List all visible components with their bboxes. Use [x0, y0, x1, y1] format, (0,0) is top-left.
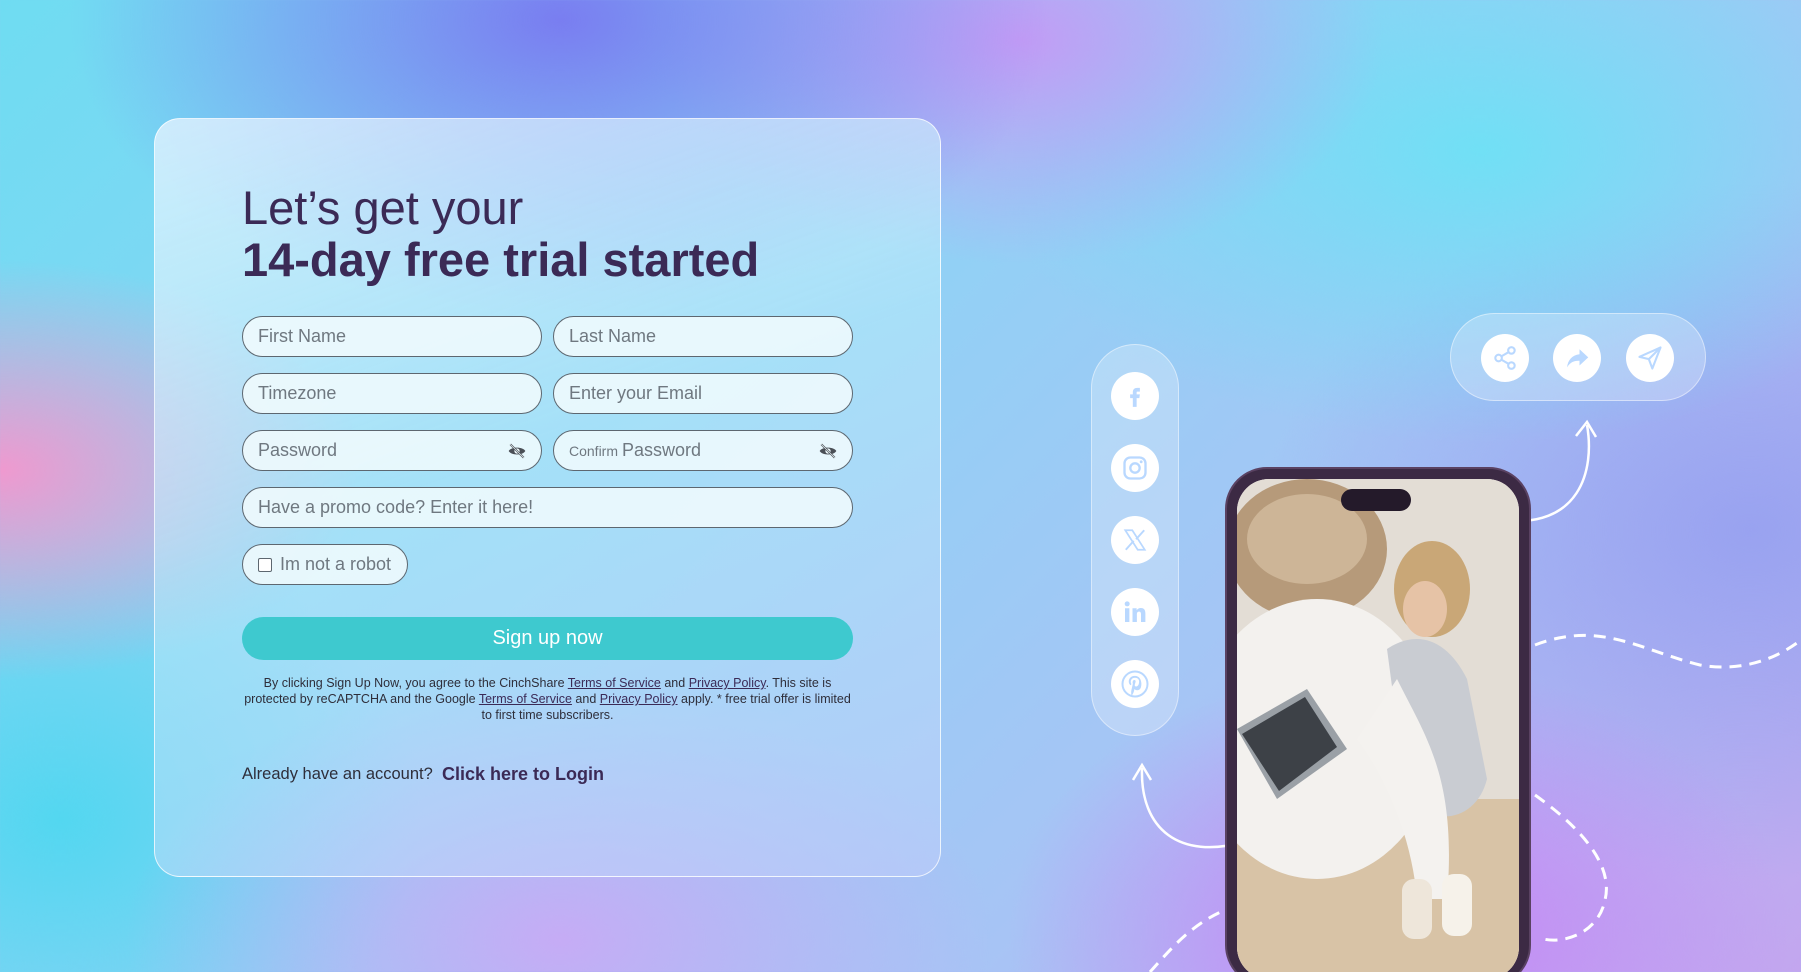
timezone-placeholder: Timezone — [258, 383, 337, 403]
google-terms-link[interactable]: Terms of Service — [479, 692, 572, 706]
timezone-input[interactable]: Timezone — [242, 373, 542, 414]
robot-label: Im not a robot — [280, 554, 392, 574]
x-twitter-icon[interactable] — [1111, 516, 1159, 564]
linkedin-icon[interactable] — [1111, 588, 1159, 636]
share-icon[interactable] — [1481, 334, 1529, 382]
eye-off-icon[interactable] — [507, 441, 527, 461]
email-placeholder: Enter your Email — [569, 383, 703, 403]
confirm-password-placeholder: Password — [622, 440, 702, 460]
phone-notch — [1341, 489, 1411, 511]
not-robot-checkbox[interactable]: Im not a robot — [242, 544, 408, 585]
forward-icon[interactable] — [1553, 334, 1601, 382]
first-name-placeholder: First Name — [258, 326, 347, 346]
promo-placeholder: Have a promo code? Enter it here! — [258, 497, 534, 517]
confirm-prefix: Confirm — [569, 443, 619, 459]
password-placeholder: Password — [258, 440, 338, 460]
promo-code-input[interactable]: Have a promo code? Enter it here! — [242, 487, 853, 528]
first-name-input[interactable]: First Name — [242, 316, 542, 357]
already-account-text: Already have an account? — [242, 765, 433, 783]
legal-text: By clicking Sign Up Now, you agree to th… — [242, 675, 853, 723]
terms-link[interactable]: Terms of Service — [568, 676, 661, 690]
facebook-icon[interactable] — [1111, 372, 1159, 420]
email-input[interactable]: Enter your Email — [553, 373, 853, 414]
phone-screen-photo — [1237, 479, 1519, 972]
google-privacy-link[interactable]: Privacy Policy — [600, 692, 678, 706]
signup-button[interactable]: Sign up now — [242, 617, 853, 660]
title-line1: Let’s get your — [242, 181, 524, 234]
checkbox-square[interactable] — [258, 557, 272, 572]
privacy-link[interactable]: Privacy Policy — [689, 676, 766, 690]
legal-and2: and — [571, 692, 600, 706]
send-icon[interactable] — [1626, 334, 1674, 382]
last-name-input[interactable]: Last Name — [553, 316, 853, 357]
legal-and1: and — [660, 676, 689, 690]
legal-part1: By clicking Sign Up Now, you agree to th… — [263, 676, 568, 690]
password-input[interactable]: Password — [242, 430, 542, 471]
pinterest-icon[interactable] — [1111, 660, 1159, 708]
eye-off-icon[interactable] — [818, 441, 838, 461]
instagram-icon[interactable] — [1111, 444, 1159, 492]
login-link[interactable]: Click here to Login — [442, 764, 604, 785]
confirm-password-input[interactable]: Confirm Password — [553, 430, 853, 471]
last-name-placeholder: Last Name — [569, 326, 657, 346]
title-line2: 14-day free trial started — [242, 233, 760, 286]
